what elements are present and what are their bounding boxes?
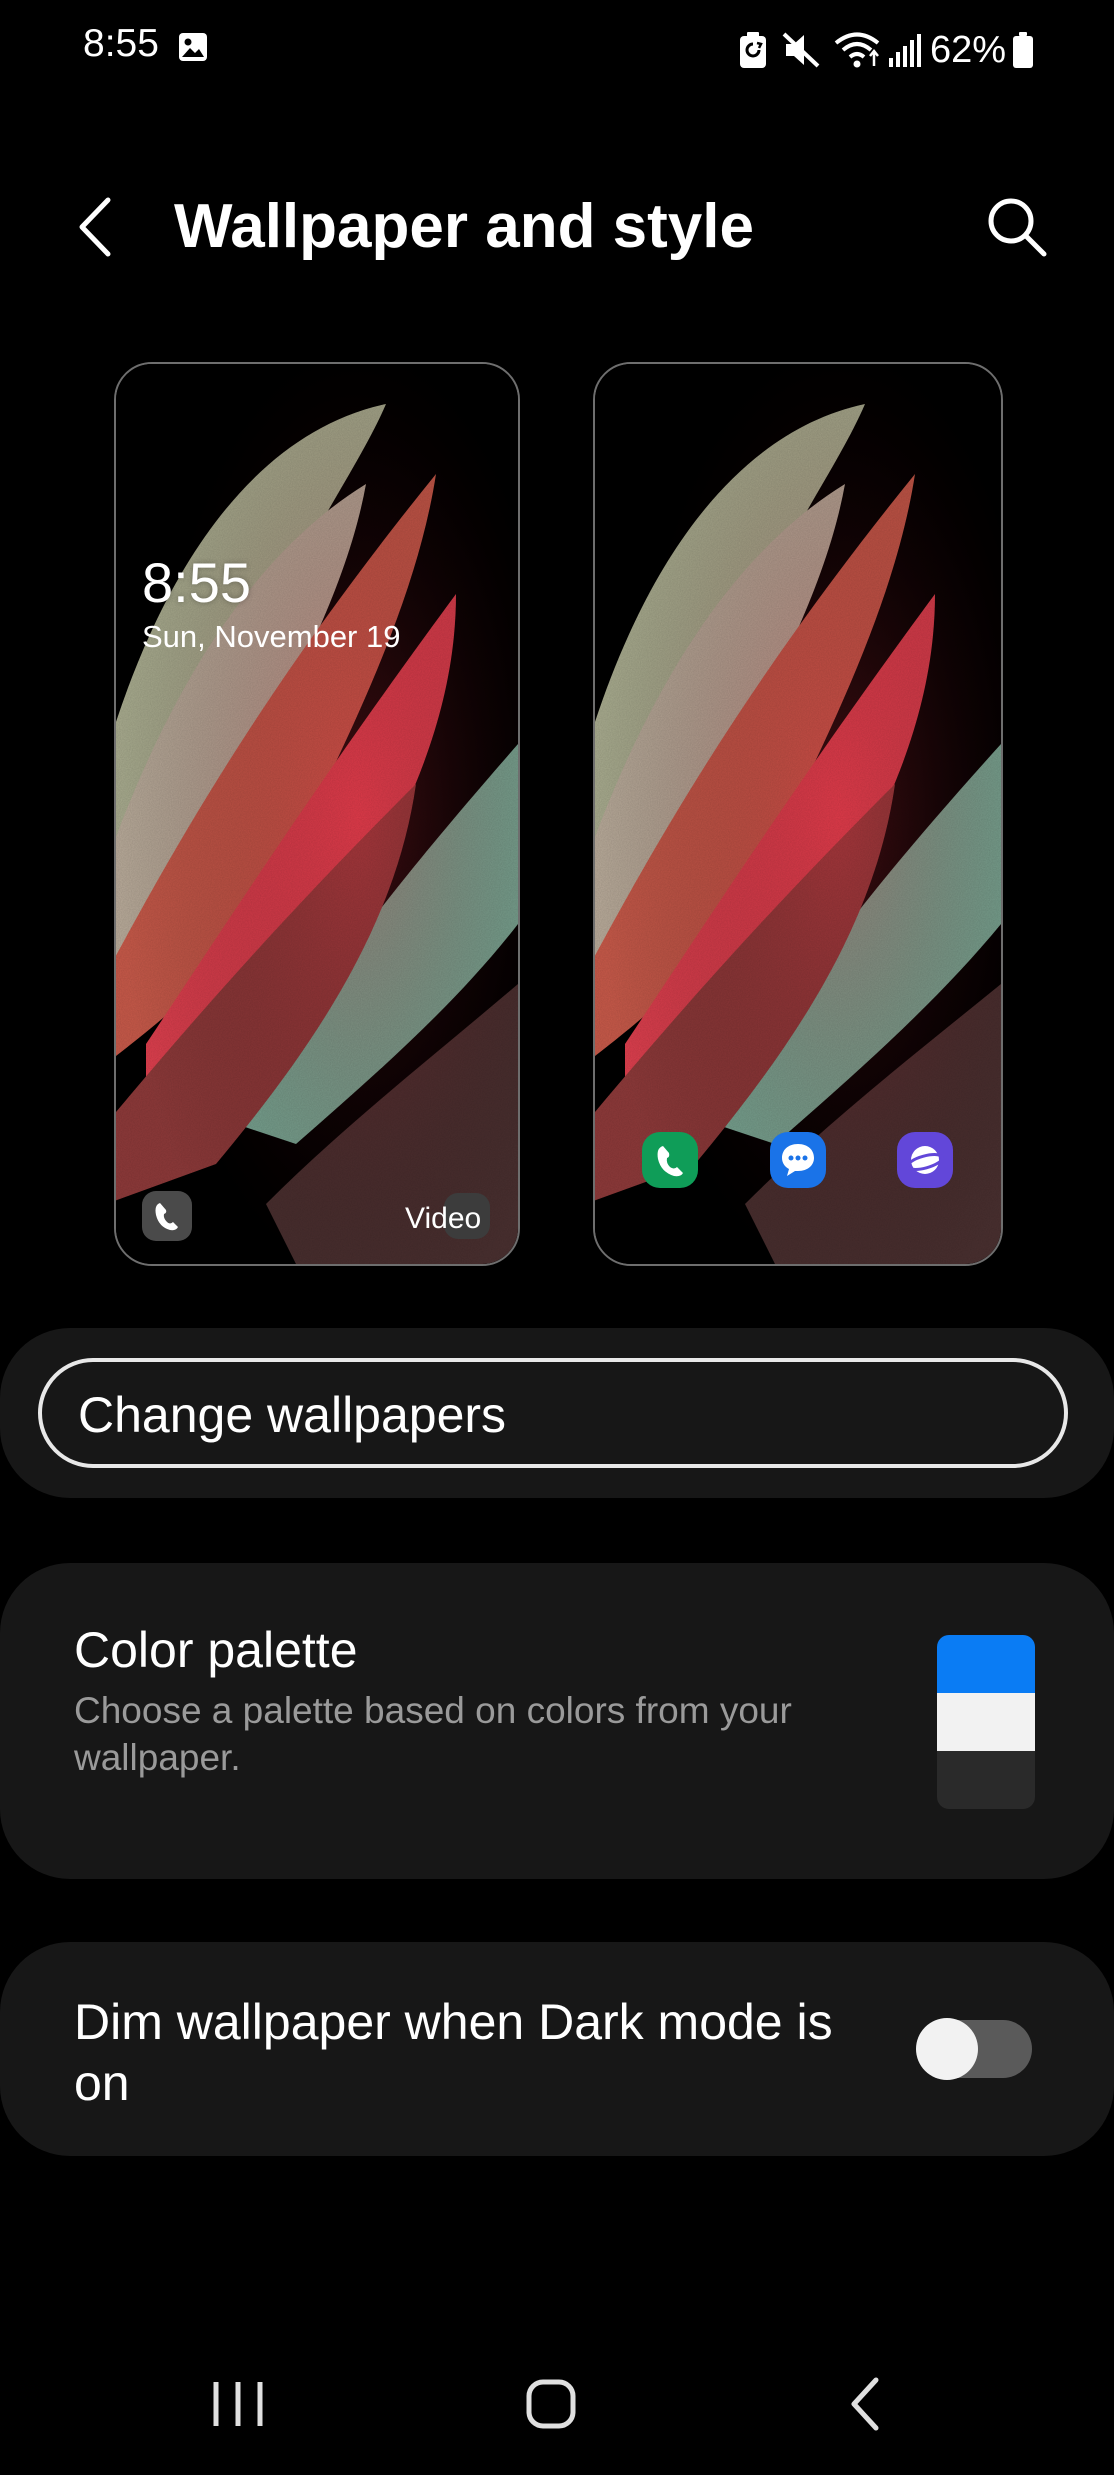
status-time: 8:55 [83,22,159,65]
home-screen-preview[interactable] [593,362,1003,1266]
change-wallpapers-label: Change wallpapers [78,1387,507,1443]
wallpaper-image [116,364,518,1264]
back-arrow-icon[interactable] [70,192,120,262]
dim-wallpaper-label: Dim wallpaper when Dark mode is on [74,1994,833,2111]
nav-back-button[interactable] [804,2360,924,2450]
battery-saver-icon [739,32,766,68]
internet-icon [897,1132,953,1188]
lock-video-label: Video [405,1202,482,1235]
color-palette-card[interactable]: Color palette Choose a palette based on … [0,1563,1114,1879]
navigation-bar [0,2360,1114,2475]
wallpaper-image [595,364,1001,1264]
lock-screen-preview[interactable]: 8:55 Sun, November 19 Video [114,362,520,1266]
dim-wallpaper-card: Dim wallpaper when Dark mode is on [0,1942,1114,2156]
messages-icon [770,1132,826,1188]
swatch-color-2 [937,1693,1035,1751]
battery-icon [1013,32,1033,68]
mute-icon [782,32,820,68]
swatch-color-3 [937,1751,1035,1809]
back-icon [851,2377,879,2431]
phone-shortcut-icon [142,1191,192,1241]
home-button[interactable] [491,2360,611,2450]
color-palette-description: Choose a palette based on colors from yo… [74,1690,792,1778]
status-icons: 62% [738,24,1034,76]
page-title: Wallpaper and style [174,192,754,261]
battery-percent: 62% [929,28,1006,71]
wifi-icon [834,32,880,68]
dim-wallpaper-toggle[interactable] [916,2018,1032,2080]
color-palette-swatch[interactable] [937,1635,1035,1809]
gallery-icon [179,33,207,61]
toggle-knob [916,2018,978,2080]
signal-icon [888,34,921,67]
status-bar: 8:55 62% [0,0,1114,100]
recents-button[interactable] [178,2360,298,2450]
search-icon[interactable] [982,192,1052,262]
swatch-color-1 [937,1635,1035,1693]
recents-icon [213,2382,263,2426]
change-wallpapers-button[interactable]: Change wallpapers [38,1358,1068,1468]
color-palette-title: Color palette [74,1622,358,1678]
phone-icon [642,1132,698,1188]
home-icon [526,2379,576,2429]
lock-screen-date: Sun, November 19 [142,619,401,654]
change-wallpapers-section: Change wallpapers [0,1328,1114,1498]
lock-screen-time: 8:55 [142,551,251,614]
